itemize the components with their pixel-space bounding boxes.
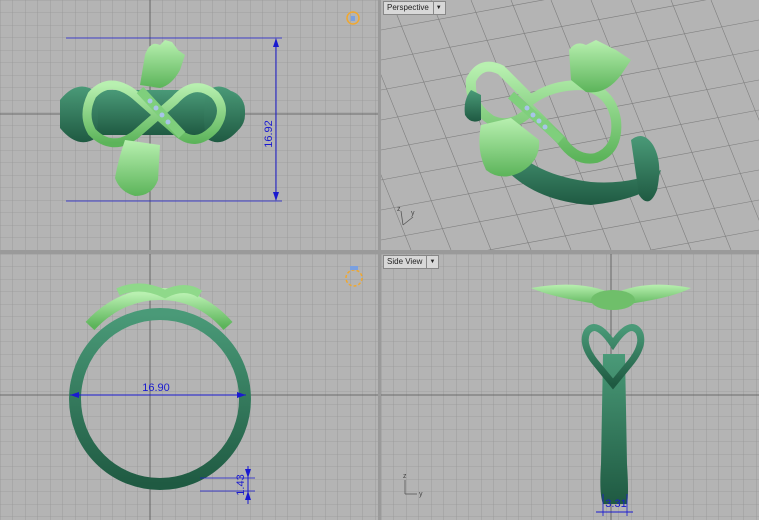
- viewport-front[interactable]: 16.90 1.43: [0, 254, 378, 520]
- dim-label-inner-diameter: 16.90: [142, 382, 170, 394]
- axis-y-label-perspective: y: [411, 210, 415, 217]
- dim-label-ring-height: 16.92: [263, 120, 275, 148]
- dropdown-arrow-icon[interactable]: ▼: [426, 256, 435, 268]
- side-view-canvas[interactable]: 3.31 y z: [381, 254, 759, 520]
- dim-label-band-width: 3.31: [605, 498, 626, 510]
- dropdown-arrow-icon[interactable]: ▼: [432, 2, 442, 14]
- axis-z-label-side: z: [403, 473, 407, 480]
- dim-label-band-thickness: 1.43: [235, 474, 247, 495]
- front-view-canvas[interactable]: 16.90 1.43: [0, 254, 378, 520]
- viewport-title-side: Side View: [387, 257, 423, 266]
- axis-z-label-perspective: z: [397, 206, 401, 213]
- viewport-side[interactable]: 3.31 y z Side View ▼: [381, 254, 759, 520]
- top-view-canvas[interactable]: 16.92: [0, 0, 378, 250]
- rhino-workspace: 16.92 y z Perspective ▼ 16.90 1.43 3.31 …: [0, 0, 759, 520]
- viewport-title-perspective: Perspective: [387, 3, 429, 12]
- axis-y-label-side: y: [419, 491, 423, 498]
- perspective-view-canvas[interactable]: y z: [381, 0, 759, 250]
- viewport-perspective[interactable]: y z Perspective ▼: [381, 0, 759, 250]
- viewport-top[interactable]: 16.92: [0, 0, 378, 250]
- viewport-tab-perspective[interactable]: Perspective ▼: [383, 1, 446, 15]
- ring-perspective-model[interactable]: [464, 40, 661, 205]
- viewport-tab-side[interactable]: Side View ▼: [383, 255, 440, 269]
